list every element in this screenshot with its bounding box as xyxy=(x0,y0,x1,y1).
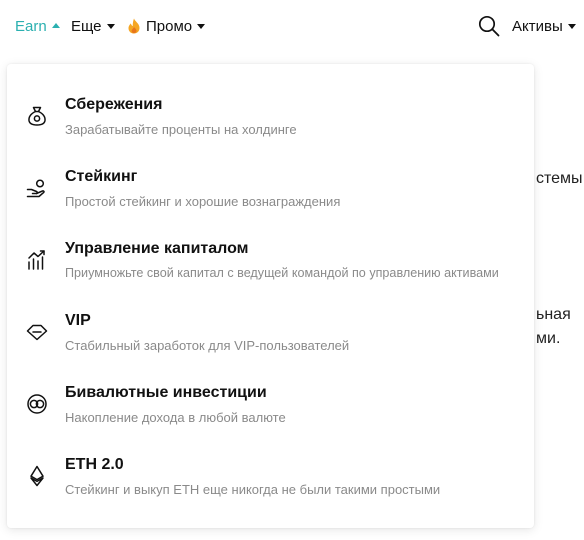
menu-item-dual-investment[interactable]: Бивалютные инвестиции Накопление дохода … xyxy=(7,352,534,425)
menu-item-eth2[interactable]: ETH 2.0 Стейкинг и выкуп ETH еще никогда… xyxy=(7,424,534,497)
menu-item-savings[interactable]: Сбережения Зарабатывайте проценты на хол… xyxy=(7,64,534,137)
nav-promo[interactable]: Промо xyxy=(127,16,206,36)
top-navigation: Earn Еще Промо Активы xyxy=(0,0,584,50)
menu-item-title: Управление капиталом xyxy=(65,240,249,257)
menu-item-wealth-management[interactable]: Управление капиталом Приумножьте свой ка… xyxy=(7,208,534,280)
menu-item-title: ETH 2.0 xyxy=(65,456,124,473)
earn-dropdown-menu: Сбережения Зарабатывайте проценты на хол… xyxy=(7,64,534,528)
background-text: ьная xyxy=(536,306,571,323)
menu-item-description: Стабильный заработок для VIP-пользовател… xyxy=(65,338,350,353)
nav-earn[interactable]: Earn xyxy=(15,16,60,36)
menu-item-description: Накопление дохода в любой валюте xyxy=(65,410,286,425)
menu-item-description: Приумножьте свой капитал с ведущей коман… xyxy=(65,266,499,280)
caret-down-icon xyxy=(197,23,206,29)
menu-item-staking[interactable]: Стейкинг Простой стейкинг и хорошие возн… xyxy=(7,136,534,209)
nav-assets[interactable]: Активы xyxy=(512,16,576,36)
menu-item-title: Сбережения xyxy=(65,96,163,113)
flame-icon xyxy=(127,18,141,34)
nav-assets-label: Активы xyxy=(512,17,563,35)
menu-item-title: VIP xyxy=(65,312,91,329)
menu-item-title: Стейкинг xyxy=(65,168,138,185)
menu-item-description: Зарабатывайте проценты на холдинге xyxy=(65,122,297,137)
caret-down-icon xyxy=(567,23,576,29)
hand-coin-icon xyxy=(25,176,49,200)
nav-earn-label: Earn xyxy=(15,17,47,35)
ethereum-icon xyxy=(25,464,49,488)
nav-promo-label: Промо xyxy=(146,17,193,35)
caret-down-icon xyxy=(106,23,115,29)
caret-up-icon xyxy=(51,23,60,28)
background-text: ми. xyxy=(536,330,561,347)
menu-item-description: Стейкинг и выкуп ETH еще никогда не были… xyxy=(65,482,441,497)
menu-item-vip[interactable]: VIP Стабильный заработок для VIP-пользов… xyxy=(7,280,534,353)
menu-item-title: Бивалютные инвестиции xyxy=(65,384,267,401)
diamond-icon xyxy=(25,320,49,344)
growth-chart-icon xyxy=(25,248,49,272)
dual-currency-icon xyxy=(25,392,49,416)
background-text: стемы xyxy=(536,170,583,187)
nav-more-label: Еще xyxy=(71,17,102,35)
money-bag-icon xyxy=(25,104,49,128)
search-icon[interactable] xyxy=(478,15,500,37)
menu-item-description: Простой стейкинг и хорошие вознаграждени… xyxy=(65,194,341,209)
nav-more[interactable]: Еще xyxy=(71,16,115,36)
